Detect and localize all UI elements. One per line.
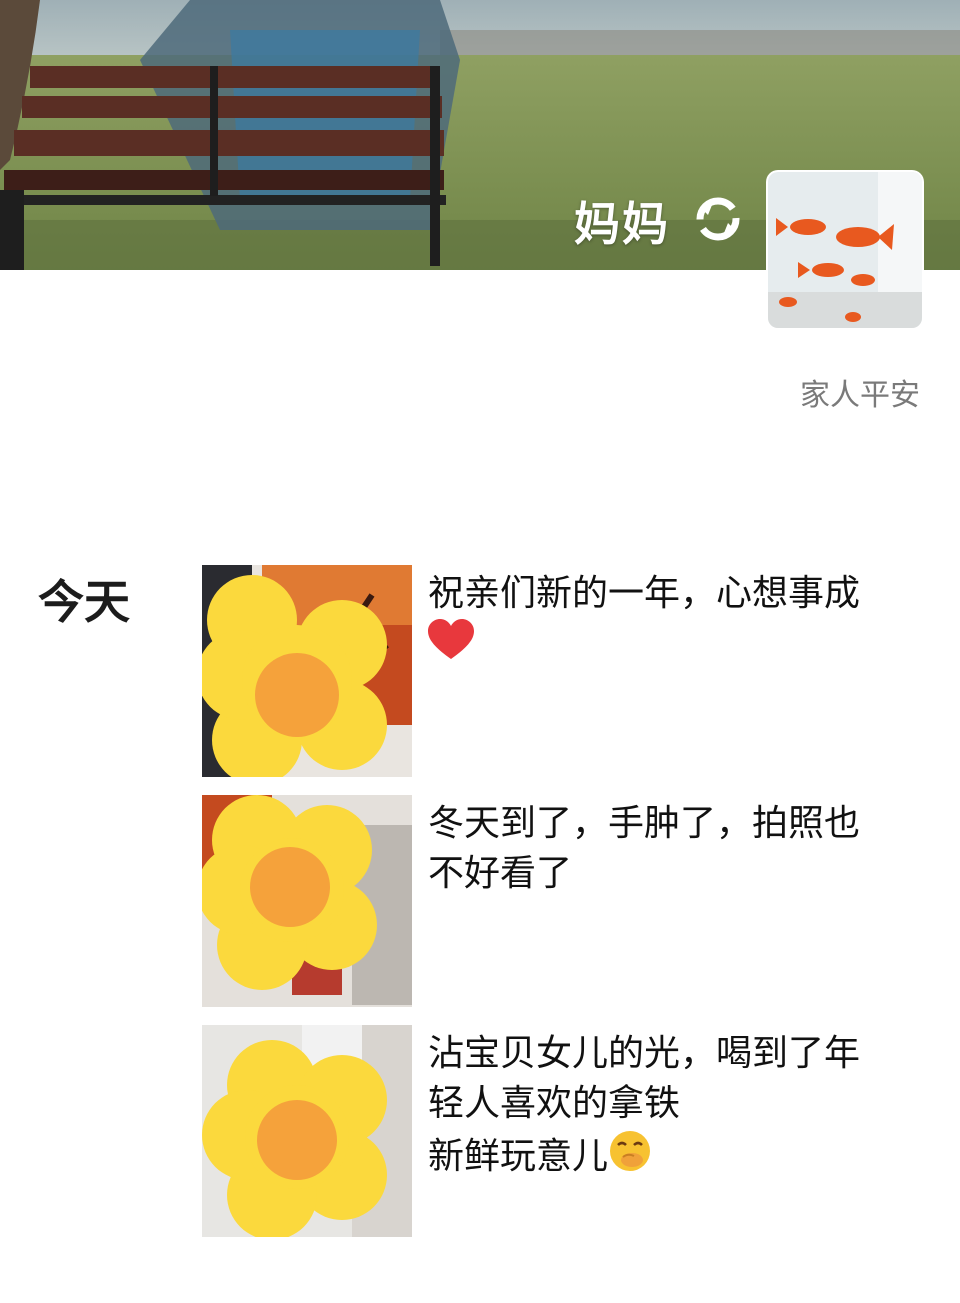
post-thumbnail[interactable] — [202, 1025, 412, 1237]
avatar[interactable] — [768, 172, 922, 328]
post-thumbnail[interactable] — [202, 795, 412, 1007]
post-text-line: 冬天到了，手肿了，拍照也 — [428, 803, 861, 844]
refresh-icon[interactable] — [690, 195, 746, 243]
post-thumbnail[interactable] — [202, 565, 412, 777]
post-text: 沾宝贝女儿的光，喝到了年 轻人喜欢的拿铁 新鲜玩意儿 — [428, 1029, 918, 1187]
moments-profile-page: 妈妈 家人平安 今天 祝亲们新的一年，心想事成 冬天到了，手肿了，拍照也 不好看… — [0, 0, 960, 1303]
post-text-fragment: 新鲜玩意儿 — [428, 1136, 609, 1177]
post-text-line: 祝亲们新的一年，心想事成 — [428, 573, 861, 614]
flower-sticker-icon — [202, 795, 377, 990]
post-text-line: 轻人喜欢的拿铁 — [428, 1083, 681, 1124]
profile-name[interactable]: 妈妈 — [574, 188, 670, 254]
goldfish-photo-icon — [768, 172, 922, 328]
post-text-line: 新鲜玩意儿 — [428, 1129, 918, 1187]
post-text-line: 沾宝贝女儿的光，喝到了年 — [428, 1033, 861, 1074]
post-text: 冬天到了，手肿了，拍照也 不好看了 — [428, 799, 918, 899]
flower-sticker-icon — [202, 575, 387, 777]
post-text-line: 不好看了 — [428, 853, 573, 894]
profile-signature: 家人平安 — [800, 378, 920, 413]
hand-over-mouth-face-icon — [608, 1129, 652, 1187]
post-text: 祝亲们新的一年，心想事成 — [428, 569, 918, 675]
flower-sticker-icon — [202, 1040, 387, 1237]
date-label: 今天 — [38, 575, 130, 629]
red-heart-icon — [428, 619, 474, 675]
